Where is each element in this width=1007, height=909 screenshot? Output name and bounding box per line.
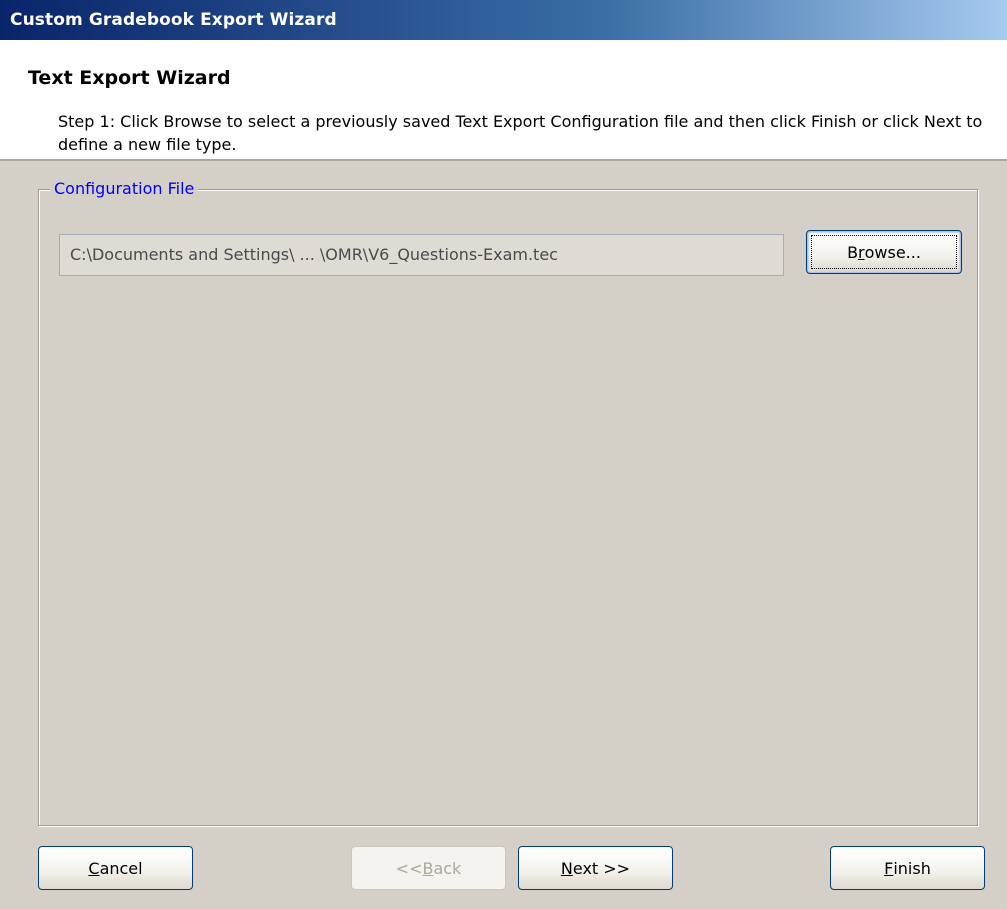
back-button-label: << Back xyxy=(395,858,462,878)
next-button[interactable]: Next >> xyxy=(518,846,673,890)
browse-button[interactable]: Br owse... xyxy=(806,230,962,274)
browse-button-label: Br owse... xyxy=(811,235,957,269)
title-bar[interactable]: Custom Gradebook Export Wizard xyxy=(0,0,1007,40)
wizard-step-description: Step 1: Click Browse to select a previou… xyxy=(58,112,983,154)
wizard-title: Text Export Wizard xyxy=(28,67,231,89)
next-button-label: Next >> xyxy=(560,858,631,878)
finish-button[interactable]: Finish xyxy=(830,846,985,890)
configuration-file-groupbox xyxy=(38,189,978,826)
back-button: << Back xyxy=(351,846,506,890)
finish-button-label: Finish xyxy=(884,858,931,878)
config-file-path-field: C:\Documents and Settings\ ... \OMR\V6_Q… xyxy=(59,234,784,276)
configuration-file-legend: Configuration File xyxy=(50,179,199,199)
cancel-button[interactable]: Cancel xyxy=(38,846,193,890)
cancel-button-label: Cancel xyxy=(88,858,143,878)
wizard-header: Text Export Wizard Step 1: Click Browse … xyxy=(0,40,1007,161)
window-title: Custom Gradebook Export Wizard xyxy=(10,10,337,30)
